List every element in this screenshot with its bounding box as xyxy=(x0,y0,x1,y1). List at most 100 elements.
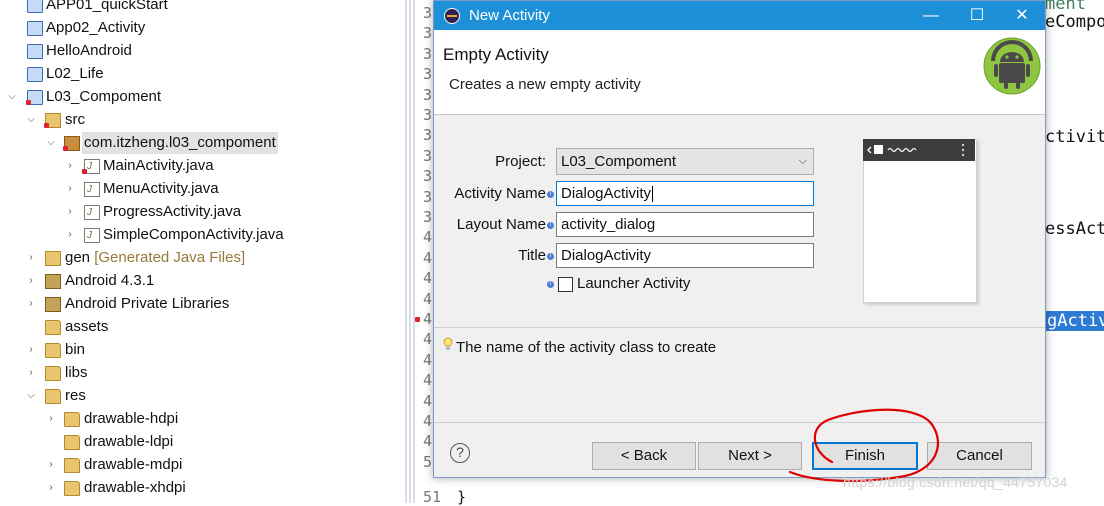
error-marker-icon xyxy=(26,100,31,105)
close-button[interactable]: ✕ xyxy=(999,1,1045,30)
chevron-right-icon[interactable]: › xyxy=(45,477,57,499)
line-number: 4 xyxy=(423,412,433,430)
divider xyxy=(434,327,1045,328)
error-marker-icon xyxy=(415,317,420,322)
dialog-titlebar[interactable]: New Activity — ☐ ✕ xyxy=(434,1,1045,30)
next-button[interactable]: Next > xyxy=(698,442,802,470)
line-number: 3 xyxy=(423,146,433,165)
preview-actionbar-icons xyxy=(867,143,965,157)
line-number: 4 xyxy=(423,289,433,308)
wizard-heading: Empty Activity xyxy=(443,45,549,64)
folder-icon xyxy=(45,366,61,381)
dialog-title: New Activity xyxy=(469,7,550,24)
help-button[interactable]: ? xyxy=(450,443,470,463)
eclipse-icon xyxy=(444,8,460,24)
folder-icon xyxy=(45,343,61,358)
project-folder-icon xyxy=(27,44,43,59)
code-fragment: ctivit xyxy=(1045,127,1104,147)
activity-name-field[interactable]: DialogActivity xyxy=(556,181,814,206)
text-caret xyxy=(652,186,654,203)
error-marker-icon xyxy=(63,146,68,151)
line-number: 4 xyxy=(423,248,433,267)
closing-brace: } xyxy=(457,488,467,506)
back-button[interactable]: < Back xyxy=(592,442,696,470)
folder-icon xyxy=(45,389,61,404)
title-label: Title xyxy=(518,247,546,264)
layout-name-field[interactable]: activity_dialog xyxy=(556,212,814,237)
line-number: 3 xyxy=(423,4,433,22)
line-number: 3 xyxy=(423,44,433,63)
activity-preview xyxy=(863,139,977,303)
finish-button[interactable]: Finish xyxy=(812,442,918,470)
line-number: 4 xyxy=(423,371,433,390)
minimize-button[interactable]: — xyxy=(908,1,954,30)
info-icon: i xyxy=(547,222,554,229)
info-icon: i xyxy=(547,191,554,198)
line-number: 3 xyxy=(423,106,433,124)
chevron-down-icon[interactable]: ⌵ xyxy=(25,109,37,131)
package-explorer: APP01_quickStart App02_Activity HelloAnd… xyxy=(0,0,405,503)
divider xyxy=(434,114,1045,115)
launcher-activity-checkbox[interactable] xyxy=(558,277,573,292)
folder-icon xyxy=(64,435,80,450)
info-icon: i xyxy=(547,253,554,260)
chevron-right-icon[interactable]: › xyxy=(64,201,76,223)
line-number-51: 51 xyxy=(423,488,442,506)
chevron-right-icon[interactable]: › xyxy=(64,224,76,246)
line-number: 4 xyxy=(423,391,433,410)
layout-name-label: Layout Name xyxy=(456,216,546,233)
folder-icon xyxy=(64,481,80,496)
chevron-down-icon[interactable]: ⌵ xyxy=(6,86,18,108)
line-number: 4 xyxy=(423,310,433,328)
editor-overview-ruler xyxy=(405,0,415,503)
folder-icon xyxy=(45,320,61,335)
line-number: 4 xyxy=(423,228,433,247)
code-fragment-selected: gActiv xyxy=(1045,311,1104,331)
chevron-right-icon[interactable]: › xyxy=(25,339,37,361)
project-label: Project: xyxy=(495,153,546,170)
folder-icon xyxy=(64,458,80,473)
chevron-right-icon[interactable]: › xyxy=(45,408,57,430)
cancel-button[interactable]: Cancel xyxy=(927,442,1032,470)
wizard-description: Creates a new empty activity xyxy=(449,76,641,93)
line-number: 3 xyxy=(423,187,433,206)
preview-action-bar xyxy=(863,139,975,161)
lightbulb-icon xyxy=(443,337,453,350)
line-number: 3 xyxy=(423,167,433,186)
java-file-icon xyxy=(84,225,100,247)
new-activity-dialog: New Activity — ☐ ✕ Empty Activity Create… xyxy=(433,0,1046,478)
library-icon xyxy=(45,297,61,312)
project-select[interactable]: L03_Compoment ⌵ xyxy=(556,148,814,175)
chevron-right-icon[interactable]: › xyxy=(25,270,37,292)
chevron-right-icon[interactable]: › xyxy=(25,362,37,384)
library-icon xyxy=(45,274,61,289)
line-number: 3 xyxy=(423,65,433,84)
maximize-button[interactable]: ☐ xyxy=(954,1,1000,30)
divider xyxy=(434,422,1045,423)
chevron-right-icon[interactable]: › xyxy=(64,155,76,177)
code-fragment: eCompo xyxy=(1045,12,1104,32)
line-number: 3 xyxy=(423,24,433,43)
line-number: 5 xyxy=(423,452,433,471)
chevron-right-icon[interactable]: › xyxy=(64,178,76,200)
activity-name-label: Activity Name xyxy=(454,185,546,202)
line-number: 4 xyxy=(423,269,433,288)
android-logo-icon xyxy=(983,37,1041,95)
project-folder-icon xyxy=(27,0,43,13)
chevron-right-icon[interactable]: › xyxy=(25,293,37,315)
hint-message: The name of the activity class to create xyxy=(456,339,717,356)
chevron-down-icon: ⌵ xyxy=(798,155,807,167)
wizard-header: Empty Activity Creates a new empty activ… xyxy=(434,30,1045,114)
folder-icon xyxy=(64,412,80,427)
project-folder-icon xyxy=(27,21,43,36)
chevron-right-icon[interactable]: › xyxy=(25,247,37,269)
gen-folder-icon xyxy=(45,251,61,266)
chevron-down-icon[interactable]: ⌵ xyxy=(25,385,37,407)
project-folder-icon xyxy=(27,67,43,82)
launcher-activity-label[interactable]: Launcher Activity xyxy=(577,275,690,292)
chevron-down-icon[interactable]: ⌵ xyxy=(45,132,57,154)
watermark: https://blog.csdn.net/qq_44757034 xyxy=(843,474,1068,490)
title-field[interactable]: DialogActivity xyxy=(556,243,814,268)
chevron-right-icon[interactable]: › xyxy=(45,454,57,476)
line-number: 3 xyxy=(423,126,433,145)
